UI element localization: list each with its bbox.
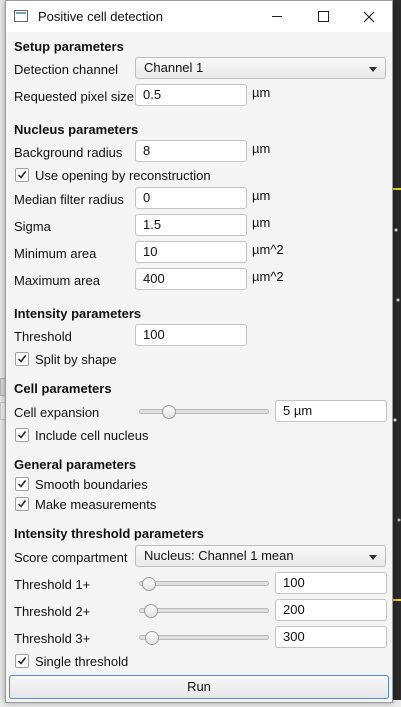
maximum-area-label: Maximum area	[14, 273, 100, 288]
minimum-area-unit: µm^2	[252, 242, 284, 257]
minimize-icon	[272, 16, 282, 17]
single-threshold-checkbox[interactable]	[15, 654, 29, 668]
checkmark-icon	[17, 500, 27, 508]
pixel-size-label: Requested pixel size	[14, 89, 134, 104]
minimum-area-label: Minimum area	[14, 246, 97, 261]
intensity-threshold-parameters-header: Intensity threshold parameters	[14, 526, 204, 541]
checkmark-icon	[17, 480, 27, 488]
split-by-shape-label: Split by shape	[35, 352, 117, 367]
cell-expansion-label: Cell expansion	[14, 405, 100, 420]
run-button[interactable]: Run	[9, 675, 389, 699]
smooth-boundaries-label: Smooth boundaries	[35, 477, 148, 492]
sigma-label: Sigma	[14, 219, 51, 234]
background-radius-unit: µm	[252, 141, 271, 156]
app-window-icon	[14, 10, 28, 22]
general-parameters-header: General parameters	[14, 457, 137, 472]
single-threshold-label: Single threshold	[35, 654, 129, 669]
threshold-input[interactable]: 100	[135, 324, 247, 346]
cell-expansion-slider-thumb[interactable]	[162, 405, 177, 419]
threshold-label: Threshold	[14, 329, 72, 344]
include-nucleus-label: Include cell nucleus	[35, 428, 149, 443]
maximum-area-input[interactable]: 400	[135, 268, 247, 290]
detection-channel-label: Detection channel	[14, 62, 119, 77]
median-filter-unit: µm	[252, 188, 271, 203]
pixel-size-unit: µm	[252, 85, 271, 100]
sigma-unit: µm	[252, 215, 271, 230]
detection-channel-value: Channel 1	[144, 60, 204, 75]
threshold-1-label: Threshold 1+	[14, 577, 91, 592]
checkmark-icon	[17, 431, 27, 439]
setup-parameters-header: Setup parameters	[14, 39, 124, 54]
background-radius-input[interactable]: 8	[135, 140, 247, 162]
minimum-area-input[interactable]: 10	[135, 241, 247, 263]
score-compartment-dropdown[interactable]: Nucleus: Channel 1 mean	[135, 545, 386, 567]
chevron-down-icon	[369, 67, 377, 72]
nucleus-parameters-header: Nucleus parameters	[14, 122, 139, 137]
threshold-2-input[interactable]: 200	[275, 599, 387, 621]
window-title: Positive cell detection	[38, 9, 164, 24]
cell-expansion-slider-track[interactable]	[139, 409, 269, 414]
smooth-boundaries-checkbox[interactable]	[15, 477, 29, 491]
median-filter-label: Median filter radius	[14, 192, 124, 207]
checkmark-icon	[17, 171, 27, 179]
opening-label: Use opening by reconstruction	[35, 168, 211, 183]
threshold-1-slider-track[interactable]	[139, 581, 269, 586]
minimize-button[interactable]	[254, 1, 300, 32]
maximize-button[interactable]	[300, 1, 346, 32]
title-bar[interactable]: Positive cell detection	[6, 1, 392, 32]
opening-checkbox[interactable]	[15, 168, 29, 182]
threshold-3-slider-thumb[interactable]	[144, 631, 159, 645]
threshold-3-label: Threshold 3+	[14, 631, 91, 646]
background-selection-edge	[393, 188, 401, 190]
cell-expansion-input[interactable]: 5 µm	[275, 400, 387, 422]
include-nucleus-checkbox[interactable]	[15, 428, 29, 442]
chevron-down-icon	[369, 555, 377, 560]
close-icon	[363, 11, 375, 22]
make-measurements-label: Make measurements	[35, 497, 157, 512]
threshold-2-slider-track[interactable]	[139, 608, 269, 613]
threshold-3-input[interactable]: 300	[275, 626, 387, 648]
sigma-input[interactable]: 1.5	[135, 214, 247, 236]
background-radius-label: Background radius	[14, 145, 123, 160]
threshold-1-input[interactable]: 100	[275, 572, 387, 594]
pixel-size-input[interactable]: 0.5	[135, 84, 247, 106]
positive-cell-detection-dialog: Positive cell detection Setup parameters…	[5, 0, 393, 703]
median-filter-input[interactable]: 0	[135, 187, 247, 209]
maximize-icon	[317, 11, 329, 22]
maximum-area-unit: µm^2	[252, 269, 284, 284]
detection-channel-dropdown[interactable]: Channel 1	[135, 57, 386, 79]
background-selection-edge	[393, 599, 401, 601]
score-compartment-label: Score compartment	[14, 550, 128, 565]
threshold-2-label: Threshold 2+	[14, 604, 91, 619]
threshold-2-slider-thumb[interactable]	[143, 604, 158, 618]
split-by-shape-checkbox[interactable]	[15, 352, 29, 366]
checkmark-icon	[17, 355, 27, 363]
make-measurements-checkbox[interactable]	[15, 497, 29, 511]
intensity-parameters-header: Intensity parameters	[14, 306, 142, 321]
score-compartment-value: Nucleus: Channel 1 mean	[144, 548, 294, 563]
checkmark-icon	[17, 657, 27, 665]
threshold-1-slider-thumb[interactable]	[142, 577, 157, 591]
close-button[interactable]	[346, 1, 392, 32]
cell-parameters-header: Cell parameters	[14, 381, 112, 396]
